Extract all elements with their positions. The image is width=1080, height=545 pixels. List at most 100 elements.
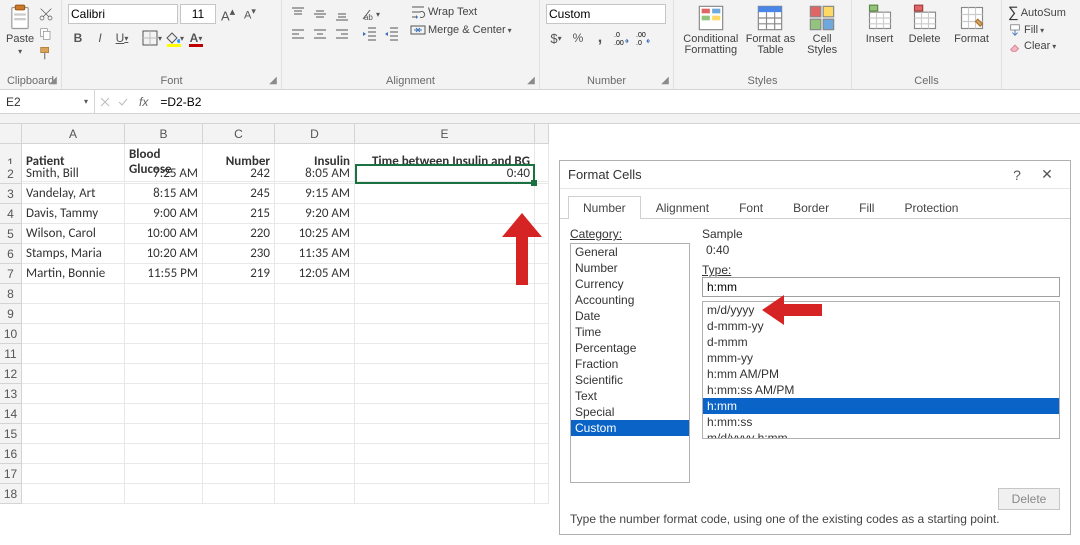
type-item[interactable]: d-mmm-yy [703, 318, 1059, 334]
delete-format-button[interactable]: Delete [998, 488, 1060, 510]
category-list[interactable]: GeneralNumberCurrencyAccountingDateTimeP… [570, 243, 690, 483]
cell[interactable] [355, 444, 535, 464]
cell[interactable] [125, 284, 203, 304]
type-item[interactable]: d-mmm [703, 334, 1059, 350]
col-header[interactable]: B [125, 124, 203, 144]
cell[interactable]: Wilson, Carol [22, 224, 125, 244]
cell[interactable] [22, 424, 125, 444]
cell[interactable] [203, 384, 275, 404]
cell[interactable]: 9:20 AM [275, 204, 355, 224]
row-header[interactable]: 6 [0, 244, 22, 264]
dialog-tab-fill[interactable]: Fill [844, 196, 889, 219]
cell[interactable] [355, 184, 535, 204]
cell[interactable] [125, 364, 203, 384]
wrap-text-button[interactable]: Wrap Text [410, 4, 512, 20]
cell[interactable]: 10:25 AM [275, 224, 355, 244]
row-header[interactable]: 15 [0, 424, 22, 444]
cell[interactable] [203, 424, 275, 444]
row-header[interactable]: 4 [0, 204, 22, 224]
cell[interactable] [275, 344, 355, 364]
cell[interactable] [275, 364, 355, 384]
type-item[interactable]: m/d/yyyy [703, 302, 1059, 318]
cell[interactable] [203, 304, 275, 324]
row-header[interactable]: 18 [0, 484, 22, 504]
font-color-button[interactable]: A▾ [186, 28, 206, 48]
row-header[interactable]: 3 [0, 184, 22, 204]
cell[interactable] [125, 324, 203, 344]
cell[interactable] [22, 364, 125, 384]
cell[interactable] [125, 384, 203, 404]
borders-button[interactable]: ▾ [142, 28, 162, 48]
dialog-launcher-icon[interactable]: ◢ [267, 75, 279, 87]
row-header[interactable]: 7 [0, 264, 22, 284]
cell[interactable] [275, 384, 355, 404]
clear-button[interactable]: Clear▾ [1008, 39, 1074, 53]
cell[interactable] [203, 404, 275, 424]
format-as-table-button[interactable]: Format as Table [744, 4, 798, 56]
cell[interactable] [355, 384, 535, 404]
dialog-tab-number[interactable]: Number [568, 196, 641, 219]
cell[interactable] [355, 344, 535, 364]
percent-format-button[interactable]: % [568, 28, 588, 48]
cell[interactable] [22, 464, 125, 484]
cell[interactable] [203, 464, 275, 484]
align-left-button[interactable] [288, 24, 308, 44]
cell[interactable] [203, 344, 275, 364]
cell[interactable]: 9:15 AM [275, 184, 355, 204]
fx-icon[interactable]: fx [135, 95, 152, 109]
align-bottom-button[interactable] [332, 4, 352, 24]
autosum-button[interactable]: ∑AutoSum [1008, 4, 1074, 21]
cell[interactable]: 242 [203, 164, 275, 184]
select-all-corner[interactable] [0, 124, 22, 144]
category-item[interactable]: Percentage [571, 340, 689, 356]
category-item[interactable]: General [571, 244, 689, 260]
cell[interactable] [22, 404, 125, 424]
cell[interactable] [275, 284, 355, 304]
align-center-button[interactable] [310, 24, 330, 44]
close-button[interactable]: ✕ [1032, 166, 1062, 183]
cell[interactable]: 9:00 AM [125, 204, 203, 224]
paste-button[interactable]: Paste ▾ [6, 4, 34, 56]
increase-decimal-button[interactable]: .0.00 [612, 28, 632, 48]
category-item[interactable]: Accounting [571, 292, 689, 308]
comma-format-button[interactable]: , [590, 28, 610, 48]
cell[interactable]: 10:20 AM [125, 244, 203, 264]
cell[interactable] [355, 464, 535, 484]
cell[interactable] [275, 424, 355, 444]
cell[interactable] [22, 304, 125, 324]
type-item[interactable]: h:mm:ss AM/PM [703, 382, 1059, 398]
cell[interactable] [22, 344, 125, 364]
cell[interactable]: Davis, Tammy [22, 204, 125, 224]
row-header[interactable]: 9 [0, 304, 22, 324]
row-header[interactable]: 16 [0, 444, 22, 464]
cell[interactable] [355, 484, 535, 504]
italic-button[interactable]: I [90, 28, 110, 48]
type-input[interactable] [702, 277, 1060, 297]
accounting-format-button[interactable]: $▾ [546, 28, 566, 48]
merge-center-button[interactable]: Merge & Center ▾ [410, 22, 512, 38]
cell[interactable] [203, 484, 275, 504]
font-name-input[interactable] [68, 4, 178, 24]
row-header[interactable]: 10 [0, 324, 22, 344]
bold-button[interactable]: B [68, 28, 88, 48]
col-header[interactable]: D [275, 124, 355, 144]
cell[interactable]: 11:55 PM [125, 264, 203, 284]
row-header[interactable]: 13 [0, 384, 22, 404]
cell[interactable] [275, 324, 355, 344]
cell[interactable] [125, 484, 203, 504]
cell[interactable] [275, 464, 355, 484]
number-format-select[interactable] [546, 4, 666, 24]
formula-input[interactable] [158, 90, 1080, 113]
col-header[interactable]: A [22, 124, 125, 144]
cell[interactable] [22, 324, 125, 344]
align-middle-button[interactable] [310, 4, 330, 24]
category-item[interactable]: Custom [571, 420, 689, 436]
copy-button[interactable] [36, 24, 56, 44]
align-top-button[interactable] [288, 4, 308, 24]
cell[interactable]: Martin, Bonnie [22, 264, 125, 284]
cell[interactable]: 8:15 AM [125, 184, 203, 204]
dialog-launcher-icon[interactable]: ◢ [525, 75, 537, 87]
cell[interactable]: 12:05 AM [275, 264, 355, 284]
cell[interactable] [355, 424, 535, 444]
cell[interactable] [275, 444, 355, 464]
